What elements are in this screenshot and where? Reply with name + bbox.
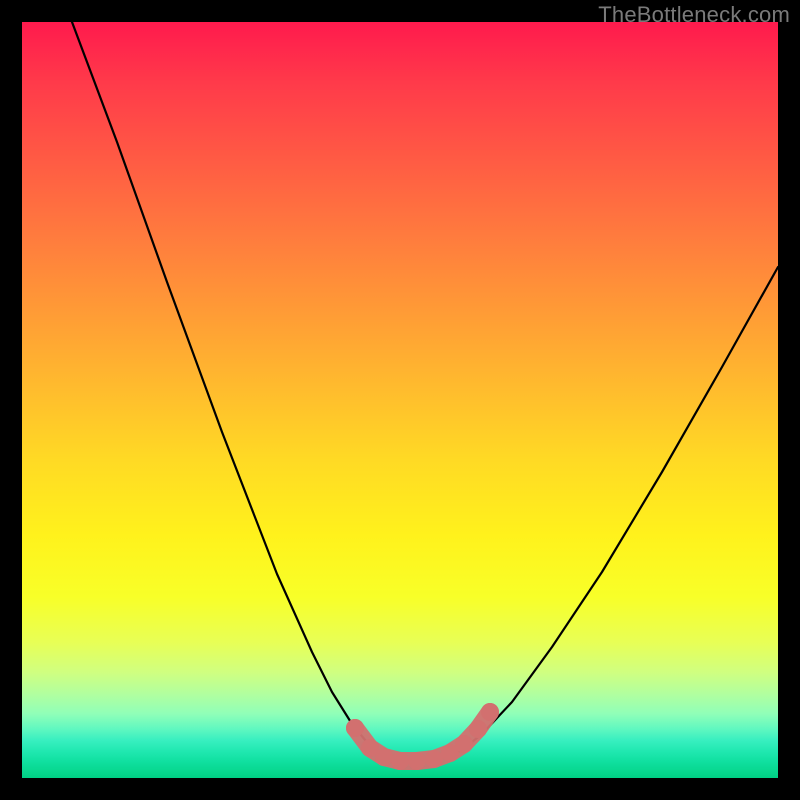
watermark-text: TheBottleneck.com	[598, 2, 790, 28]
valley-dot	[481, 703, 499, 721]
bottleneck-curve-path	[72, 22, 778, 760]
curve-svg	[22, 22, 778, 778]
curve-group	[72, 22, 778, 760]
outer-frame: TheBottleneck.com	[0, 0, 800, 800]
valley-dot	[346, 719, 364, 737]
valley-dot	[455, 735, 473, 753]
valley-dot	[469, 720, 487, 738]
valley-dot	[425, 750, 443, 768]
plot-area	[22, 22, 778, 778]
valley-dot	[408, 752, 426, 770]
valley-dot	[391, 752, 409, 770]
valley-dot	[375, 748, 393, 766]
dots-group	[346, 703, 499, 770]
